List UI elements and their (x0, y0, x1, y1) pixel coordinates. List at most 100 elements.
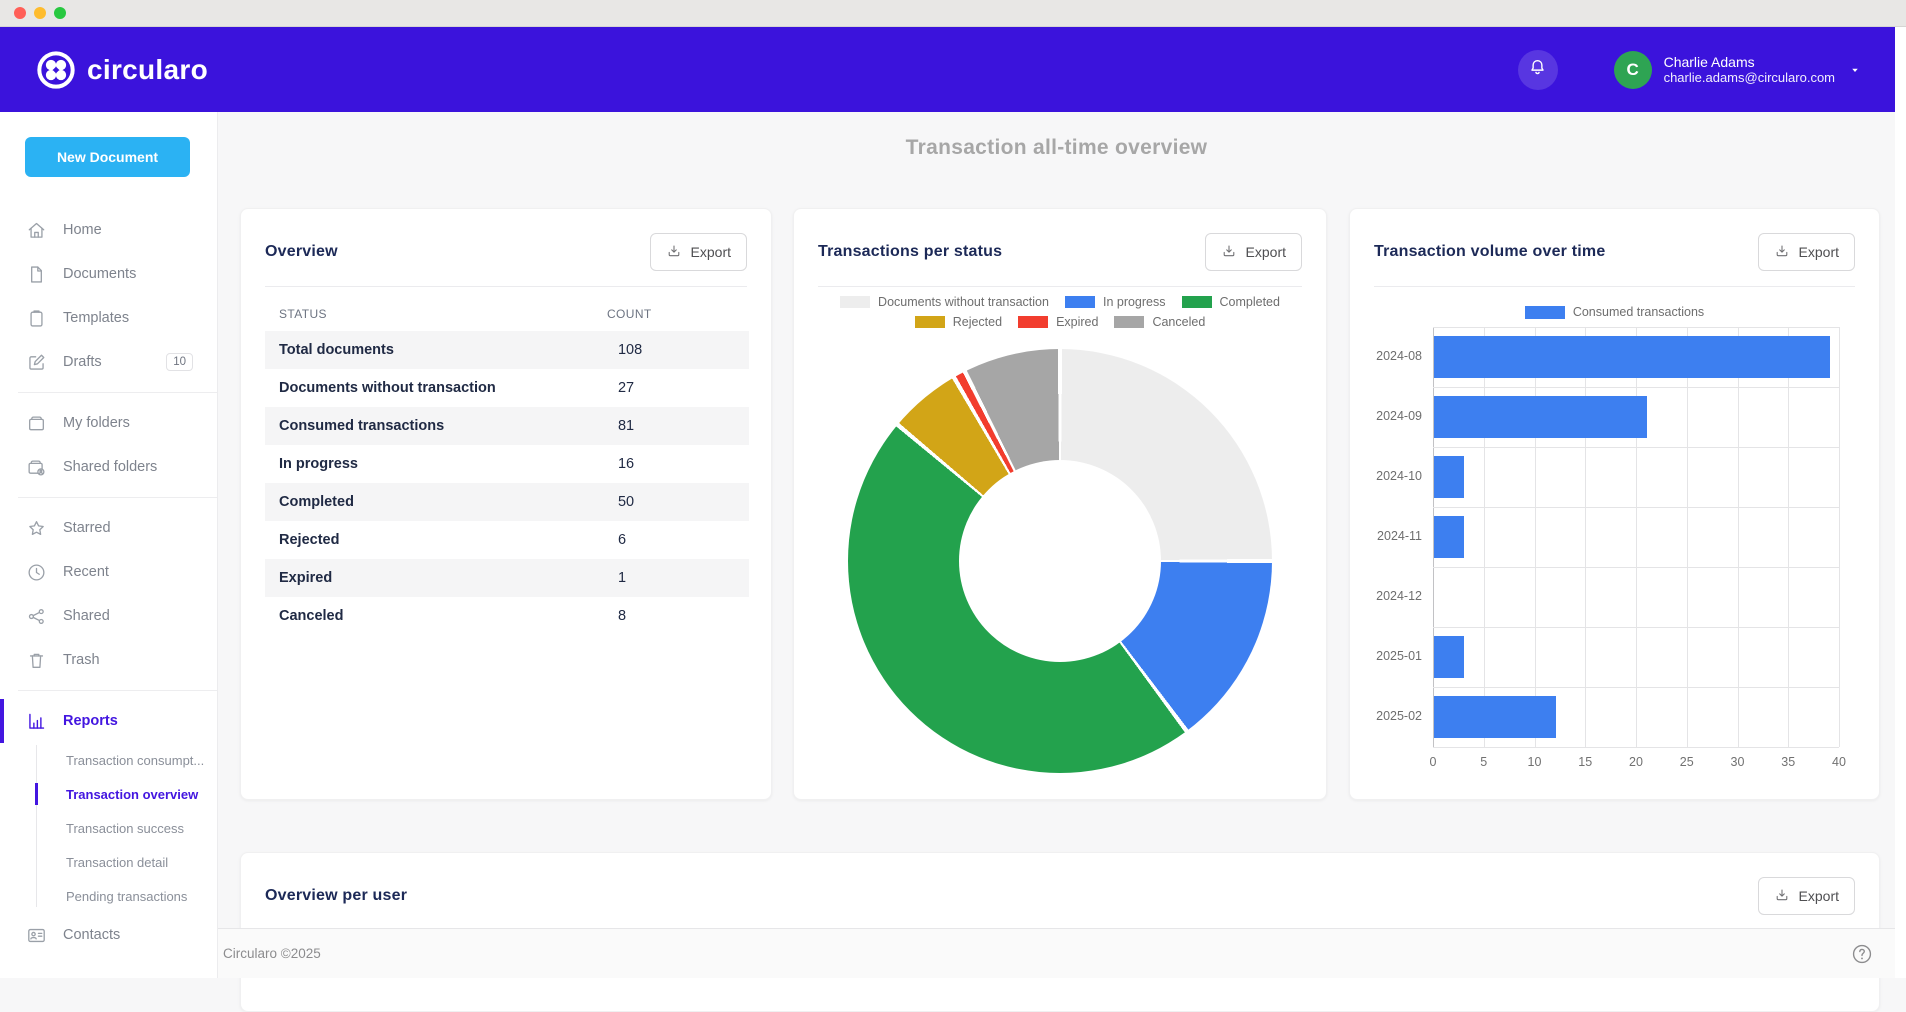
sidebar-item-label: Contacts (63, 927, 120, 943)
reports-icon (26, 711, 47, 732)
sidebar-item-shared[interactable]: Shared (0, 594, 217, 638)
status-cell: Total documents (265, 331, 599, 369)
sidebar-item-shared-folders[interactable]: Shared folders (0, 445, 217, 489)
count-cell: 1 (599, 559, 749, 597)
download-icon (1774, 887, 1790, 906)
main-content: Transaction all-time overview Overview E… (218, 112, 1895, 978)
count-cell: 6 (599, 521, 749, 559)
divider (1374, 286, 1855, 287)
sidebar-item-label: Recent (63, 564, 109, 580)
sidebar-item-label: Documents (63, 266, 136, 282)
table-row: In progress16 (265, 445, 749, 483)
sidebar-subitem-transaction-success[interactable]: Transaction success (0, 811, 217, 845)
legend-label: Rejected (953, 315, 1002, 329)
x-tick-label: 20 (1616, 755, 1656, 769)
legend-entry: Expired (1018, 315, 1098, 329)
legend-entry: Canceled (1114, 315, 1205, 329)
minimize-window-button[interactable] (34, 7, 46, 19)
sidebar-item-recent[interactable]: Recent (0, 550, 217, 594)
window-titlebar (0, 0, 1906, 27)
download-icon (666, 243, 682, 262)
sidebar-divider (18, 392, 217, 393)
divider (265, 286, 747, 287)
trash-icon (26, 650, 47, 671)
legend-label: In progress (1103, 295, 1166, 309)
per-user-export-button[interactable]: Export (1758, 877, 1855, 915)
transactions-per-status-card: Transactions per status Export Documents… (793, 208, 1327, 800)
sidebar-subitem-transaction-detail[interactable]: Transaction detail (0, 845, 217, 879)
sidebar-item-trash[interactable]: Trash (0, 638, 217, 682)
legend-swatch (1018, 316, 1048, 328)
draft-icon (26, 352, 47, 373)
sidebar-item-my-folders[interactable]: My folders (0, 401, 217, 445)
count-cell: 8 (599, 597, 749, 635)
brand[interactable]: circularo (36, 50, 208, 90)
notifications-button[interactable] (1518, 50, 1558, 90)
star-icon (26, 518, 47, 539)
sidebar-subitem-transaction-overview[interactable]: Transaction overview (0, 777, 217, 811)
column-header-status: STATUS (265, 297, 599, 331)
legend-swatch (1525, 306, 1565, 319)
sidebar-item-starred[interactable]: Starred (0, 506, 217, 550)
status-export-button[interactable]: Export (1205, 233, 1302, 271)
table-row: Consumed transactions81 (265, 407, 749, 445)
plot-area (1433, 327, 1839, 747)
legend-label: Consumed transactions (1573, 305, 1704, 319)
status-cell: Completed (265, 483, 599, 521)
brand-name: circularo (87, 54, 208, 86)
sidebar-item-reports[interactable]: Reports (0, 699, 217, 743)
sidebar-item-home[interactable]: Home (0, 208, 217, 252)
sidebar-item-label: Drafts (63, 354, 102, 370)
scrollbar-track[interactable] (1895, 27, 1906, 978)
new-document-button[interactable]: New Document (25, 137, 190, 177)
sidebar-item-label: Templates (63, 310, 129, 326)
overview-export-button[interactable]: Export (650, 233, 747, 271)
status-cell: In progress (265, 445, 599, 483)
sidebar-item-contacts[interactable]: Contacts (0, 913, 217, 957)
user-name: Charlie Adams (1664, 54, 1835, 70)
legend-label: Expired (1056, 315, 1098, 329)
bar-2024-10 (1434, 456, 1464, 498)
help-button[interactable] (1851, 943, 1873, 965)
volume-legend: Consumed transactions (1350, 305, 1879, 319)
y-tick-label: 2024-10 (1350, 469, 1422, 483)
sidebar-subitem-transaction-consumpt-[interactable]: Transaction consumpt... (0, 743, 217, 777)
y-tick-label: 2024-12 (1350, 589, 1422, 603)
x-tick-label: 35 (1768, 755, 1808, 769)
status-cell: Consumed transactions (265, 407, 599, 445)
sidebar-item-label: Starred (63, 520, 111, 536)
circularo-logo-icon (36, 50, 76, 90)
legend-swatch (1065, 296, 1095, 308)
y-tick-label: 2024-09 (1350, 409, 1422, 423)
sidebar-item-label: Reports (63, 713, 118, 729)
sidebar-item-label: Shared folders (63, 459, 157, 475)
maximize-window-button[interactable] (54, 7, 66, 19)
bar-2025-02 (1434, 696, 1556, 738)
user-menu[interactable]: C Charlie Adams charlie.adams@circularo.… (1614, 51, 1861, 89)
sidebar-item-drafts[interactable]: Drafts10 (0, 340, 217, 384)
table-row: Expired1 (265, 559, 749, 597)
sidebar-item-templates[interactable]: Templates (0, 296, 217, 340)
table-row: Documents without transaction27 (265, 369, 749, 407)
status-cell: Expired (265, 559, 599, 597)
sidebar-divider (18, 690, 217, 691)
footer: Circularo ©2025 (218, 928, 1895, 978)
sidebar-subitem-pending-transactions[interactable]: Pending transactions (0, 879, 217, 913)
chevron-down-icon (1849, 64, 1861, 76)
overview-table: STATUS COUNT Total documents108Documents… (265, 297, 749, 635)
download-icon (1221, 243, 1237, 262)
close-window-button[interactable] (14, 7, 26, 19)
application-window: circularo C Charlie Adams charlie.adams@… (0, 0, 1906, 978)
sidebar-nav: Home Documents Templates Drafts10 My folders… (0, 208, 217, 957)
bar-2025-01 (1434, 636, 1464, 678)
volume-export-button[interactable]: Export (1758, 233, 1855, 271)
sidebar-item-documents[interactable]: Documents (0, 252, 217, 296)
volume-card-title: Transaction volume over time (1374, 243, 1605, 261)
legend-entry: Consumed transactions (1525, 305, 1704, 319)
bar-2024-08 (1434, 336, 1830, 378)
y-tick-label: 2024-11 (1350, 529, 1422, 543)
x-tick-label: 0 (1413, 755, 1453, 769)
donut-legend: Documents without transactionIn progress… (794, 295, 1326, 329)
legend-swatch (1114, 316, 1144, 328)
y-tick-label: 2025-01 (1350, 649, 1422, 663)
